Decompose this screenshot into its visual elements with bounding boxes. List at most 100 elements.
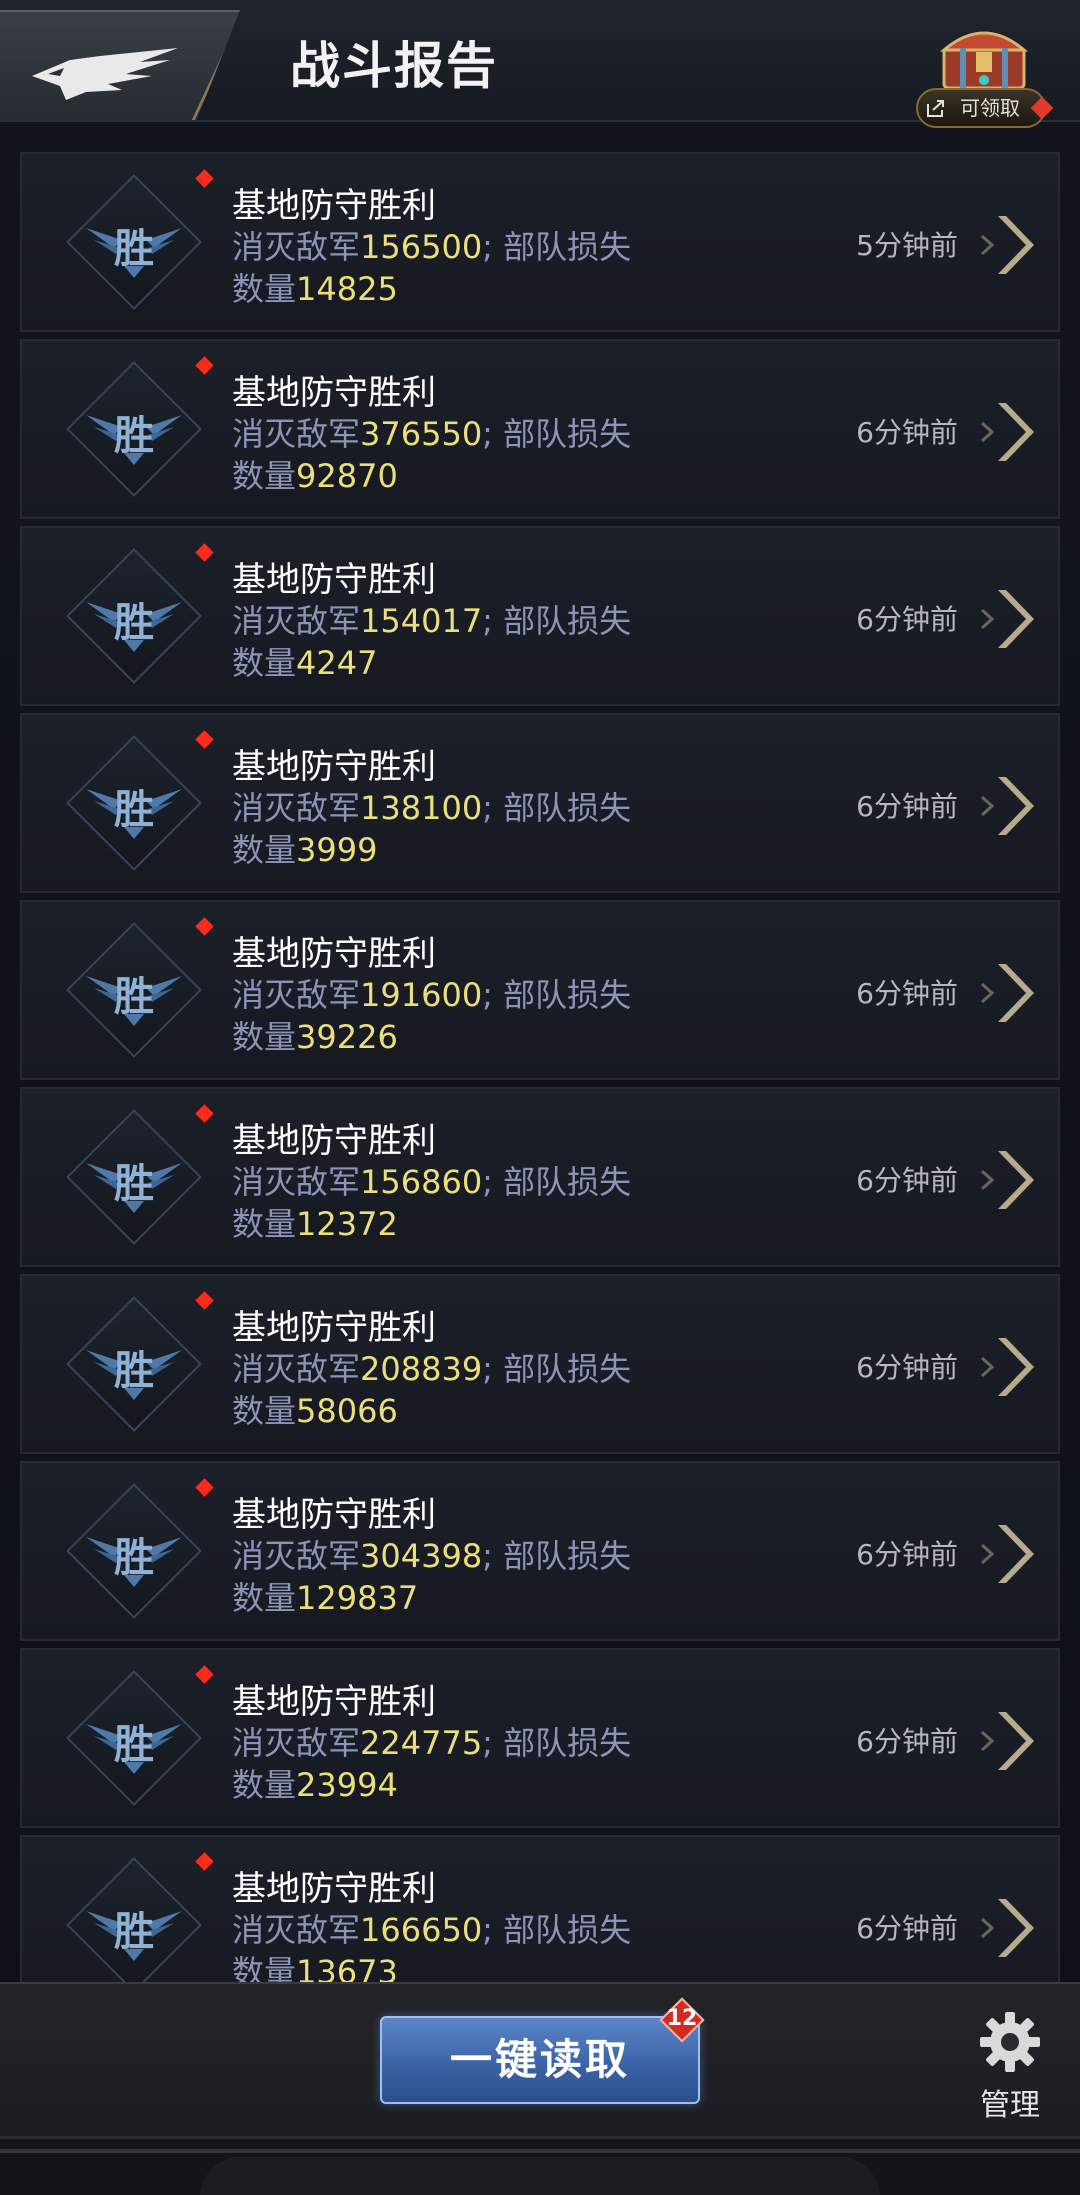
victory-badge-icon: 胜: [64, 546, 204, 686]
chevron-right-icon[interactable]: [980, 1519, 1036, 1589]
report-summary: 消灭敌军376550; 部队损失 数量92870: [232, 413, 652, 497]
chevron-right-icon[interactable]: [980, 1145, 1036, 1215]
kill-label: 消灭敌军: [232, 1350, 361, 1388]
badge-text: 胜: [114, 1535, 154, 1581]
kill-count: 208839: [360, 1350, 483, 1388]
loss-label: ; 部队损失: [482, 1911, 632, 1949]
report-item[interactable]: 胜 基地防守胜利 消灭敌军156500; 部队损失 数量14825 5分钟前: [20, 152, 1060, 332]
loss-count: 23994: [296, 1766, 398, 1804]
victory-badge-icon: 胜: [64, 1668, 204, 1808]
loss-label: ; 部队损失: [482, 415, 632, 453]
kill-label: 消灭敌军: [232, 415, 361, 453]
report-title: 基地防守胜利: [232, 1869, 436, 1909]
loss-label: ; 部队损失: [482, 789, 632, 827]
badge-text: 胜: [114, 1348, 154, 1394]
loss-count: 13673: [296, 1953, 398, 1984]
loss-label: ; 部队损失: [482, 1724, 632, 1762]
loss-label: ; 部队损失: [482, 602, 632, 640]
chevron-right-icon[interactable]: [980, 958, 1036, 1028]
report-title: 基地防守胜利: [232, 934, 436, 974]
kill-label: 消灭敌军: [232, 1537, 361, 1575]
chevron-right-icon[interactable]: [980, 1893, 1036, 1963]
loss-count: 14825: [296, 270, 398, 308]
badge-text: 胜: [114, 1161, 154, 1207]
report-list[interactable]: 胜 基地防守胜利 消灭敌军156500; 部队损失 数量14825 5分钟前 胜 …: [20, 152, 1060, 1984]
loss-quantity-label: 数量: [232, 457, 297, 495]
loss-count: 58066: [296, 1392, 398, 1430]
report-item[interactable]: 胜 基地防守胜利 消灭敌军376550; 部队损失 数量92870 6分钟前: [20, 339, 1060, 519]
report-time: 6分钟前: [856, 790, 958, 823]
loss-quantity-label: 数量: [232, 1766, 297, 1804]
report-title: 基地防守胜利: [232, 1495, 436, 1535]
report-time: 6分钟前: [856, 1538, 958, 1571]
victory-badge-icon: 胜: [64, 733, 204, 873]
victory-badge-icon: 胜: [64, 1294, 204, 1434]
badge-text: 胜: [114, 1722, 154, 1768]
victory-badge-icon: 胜: [64, 359, 204, 499]
kill-count: 166650: [360, 1911, 483, 1949]
report-title: 基地防守胜利: [232, 1682, 436, 1722]
report-title: 基地防守胜利: [232, 560, 436, 600]
chevron-right-icon[interactable]: [980, 397, 1036, 467]
report-item[interactable]: 胜 基地防守胜利 消灭敌军224775; 部队损失 数量23994 6分钟前: [20, 1648, 1060, 1828]
report-item[interactable]: 胜 基地防守胜利 消灭敌军166650; 部队损失 数量13673 6分钟前: [20, 1835, 1060, 1984]
loss-quantity-label: 数量: [232, 644, 297, 682]
victory-badge-icon: 胜: [64, 1107, 204, 1247]
report-title: 基地防守胜利: [232, 186, 436, 226]
chevron-right-icon[interactable]: [980, 1706, 1036, 1776]
unread-count-badge: 12: [659, 1997, 705, 2043]
kill-count: 154017: [360, 602, 483, 640]
loss-quantity-label: 数量: [232, 270, 297, 308]
chevron-right-icon[interactable]: [980, 584, 1036, 654]
report-summary: 消灭敌军166650; 部队损失 数量13673: [232, 1909, 652, 1984]
report-item[interactable]: 胜 基地防守胜利 消灭敌军138100; 部队损失 数量3999 6分钟前: [20, 713, 1060, 893]
chevron-right-icon[interactable]: [980, 210, 1036, 280]
report-time: 6分钟前: [856, 1164, 958, 1197]
report-time: 6分钟前: [856, 977, 958, 1010]
badge-text: 胜: [114, 413, 154, 459]
loss-count: 129837: [296, 1579, 419, 1617]
loss-count: 92870: [296, 457, 398, 495]
claim-label[interactable]: 可领取: [916, 88, 1046, 128]
loss-quantity-label: 数量: [232, 1953, 297, 1984]
reward-chest-button[interactable]: 可领取: [916, 22, 1054, 128]
loss-count: 12372: [296, 1205, 398, 1243]
loss-count: 39226: [296, 1018, 398, 1056]
loss-label: ; 部队损失: [482, 976, 632, 1014]
report-time: 6分钟前: [856, 603, 958, 636]
kill-count: 304398: [360, 1537, 483, 1575]
report-title: 基地防守胜利: [232, 1308, 436, 1348]
report-item[interactable]: 胜 基地防守胜利 消灭敌军208839; 部队损失 数量58066 6分钟前: [20, 1274, 1060, 1454]
victory-badge-icon: 胜: [64, 172, 204, 312]
report-summary: 消灭敌军224775; 部队损失 数量23994: [232, 1722, 652, 1806]
chevron-right-icon[interactable]: [980, 771, 1036, 841]
read-all-button[interactable]: 一键读取: [380, 2016, 700, 2104]
bottom-bar: 一键读取 12 管理: [0, 1982, 1080, 2195]
loss-quantity-label: 数量: [232, 1018, 297, 1056]
manage-button[interactable]: 管理: [960, 2010, 1060, 2130]
badge-text: 胜: [114, 787, 154, 833]
report-item[interactable]: 胜 基地防守胜利 消灭敌军156860; 部队损失 数量12372 6分钟前: [20, 1087, 1060, 1267]
report-time: 6分钟前: [856, 416, 958, 449]
report-item[interactable]: 胜 基地防守胜利 消灭敌军191600; 部队损失 数量39226 6分钟前: [20, 900, 1060, 1080]
bottom-decor-strip: [0, 2136, 1080, 2195]
claim-text: 可领取: [960, 96, 1020, 120]
loss-count: 3999: [296, 831, 378, 869]
report-title: 基地防守胜利: [232, 373, 436, 413]
battle-report-screen: 战斗报告 可领取 胜 基地防守胜利 消灭敌军156500; 部队损失 数量148…: [0, 0, 1080, 2195]
report-item[interactable]: 胜 基地防守胜利 消灭敌军154017; 部队损失 数量4247 6分钟前: [20, 526, 1060, 706]
kill-label: 消灭敌军: [232, 1724, 361, 1762]
kill-count: 138100: [360, 789, 483, 827]
loss-quantity-label: 数量: [232, 1579, 297, 1617]
back-button[interactable]: [0, 10, 240, 120]
report-time: 6分钟前: [856, 1912, 958, 1945]
badge-text: 胜: [114, 974, 154, 1020]
chevron-right-icon[interactable]: [980, 1332, 1036, 1402]
report-time: 6分钟前: [856, 1725, 958, 1758]
badge-text: 胜: [114, 1909, 154, 1955]
report-summary: 消灭敌军138100; 部队损失 数量3999: [232, 787, 652, 871]
loss-quantity-label: 数量: [232, 1392, 297, 1430]
report-item[interactable]: 胜 基地防守胜利 消灭敌军304398; 部队损失 数量129837 6分钟前: [20, 1461, 1060, 1641]
victory-badge-icon: 胜: [64, 1855, 204, 1984]
report-summary: 消灭敌军156500; 部队损失 数量14825: [232, 226, 652, 310]
